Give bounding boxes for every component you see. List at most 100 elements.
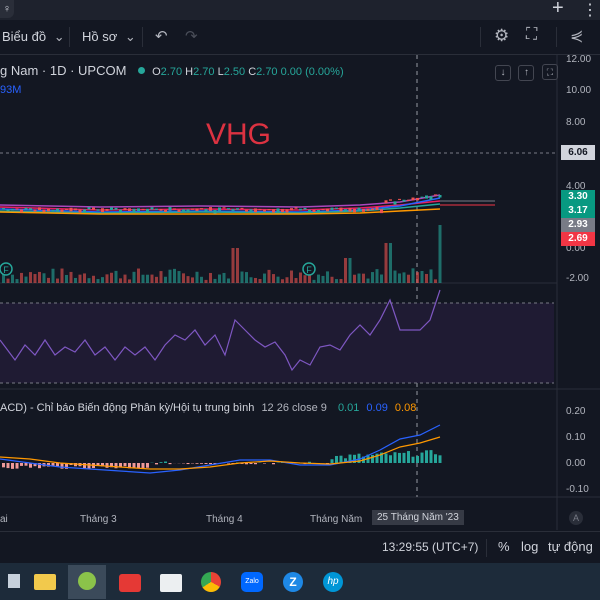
event-marker-label: F (3, 265, 9, 275)
zalo-icon[interactable]: Zalo (237, 568, 267, 596)
macd-bar (146, 463, 149, 468)
macd-bar (339, 455, 343, 463)
symbol-watermark: VHG (206, 118, 272, 151)
price-candle (339, 207, 343, 212)
lightbulb-icon[interactable]: ♀ (0, 0, 14, 18)
log-scale-button[interactable]: log (521, 539, 538, 554)
chart-menu-button[interactable]: Biểu đồ ⌄ (2, 29, 65, 45)
fullscreen-icon[interactable]: ⛶ (526, 26, 537, 44)
taskbar-left-icon[interactable] (8, 574, 20, 588)
price-candle (150, 207, 154, 210)
garena-icon[interactable] (115, 568, 145, 596)
app-grid-icon[interactable] (156, 568, 186, 596)
volume-bar (74, 277, 77, 283)
price-candle (33, 209, 37, 212)
price-candle (429, 196, 433, 200)
crosshair-date-label: 25 Tháng Năm '23 (377, 512, 459, 523)
undo-icon[interactable]: ↶ (155, 27, 168, 45)
volume-bar (105, 274, 109, 283)
price-candle (69, 207, 73, 212)
volume-bar (141, 274, 145, 283)
auto-scale-toggle[interactable]: tự động (548, 539, 593, 554)
coccoc-browser-icon[interactable] (68, 565, 106, 599)
volume-bar (155, 276, 158, 283)
volume-bar (29, 272, 32, 283)
price-candle (227, 208, 230, 210)
high-label: H (185, 66, 194, 78)
price-candle (434, 194, 437, 196)
macd-bar (384, 453, 388, 463)
redo-icon[interactable]: ↷ (185, 27, 198, 45)
macd-legend[interactable]: ACD) - Chỉ báo Biến động Phân kỳ/Hội tụ … (0, 402, 416, 414)
settings-gear-icon[interactable]: ⚙ (494, 26, 509, 46)
volume-bars (2, 225, 442, 283)
price-candle (362, 208, 365, 212)
event-marker-label: F (306, 265, 312, 275)
price-axis-label: 10.00 (566, 85, 592, 96)
event-marker[interactable]: F (0, 262, 13, 276)
price-candle (29, 208, 32, 211)
new-tab-plus-icon[interactable]: + (552, 0, 564, 20)
price-candle (83, 209, 86, 213)
macd-bar (425, 450, 428, 463)
price-candle (425, 195, 428, 199)
volume-bar (164, 276, 167, 283)
macd-axis-label: -0.10 (566, 484, 589, 495)
volume-bar (366, 278, 370, 283)
price-candle (137, 208, 140, 211)
arrow-up-icon[interactable]: ↑ (518, 65, 535, 81)
ma-price-label: 3.30 (568, 191, 588, 202)
open-value: 2.70 (160, 66, 183, 78)
volume-bar (281, 279, 284, 283)
price-candle (141, 208, 145, 211)
price-candle (312, 209, 316, 212)
price-candle (123, 208, 127, 211)
arrow-down-icon[interactable]: ↓ (495, 65, 511, 81)
volume-bar (411, 268, 415, 283)
time-axis-label: Tháng 4 (206, 514, 243, 525)
volume-bar (159, 271, 163, 283)
file-explorer-icon[interactable] (30, 568, 60, 596)
macd-bar (123, 463, 127, 467)
chrome-icon[interactable] (196, 568, 226, 596)
price-candle (6, 209, 10, 212)
price-candle (186, 209, 190, 213)
price-candle (47, 208, 50, 212)
volume-bar (24, 276, 28, 283)
macd-bar (155, 463, 158, 465)
macd-bar (168, 463, 172, 465)
macd-bar (11, 463, 14, 469)
price-candle (164, 209, 167, 212)
auto-scale-button[interactable]: A (569, 511, 583, 525)
price-candle (209, 207, 212, 211)
macd-axis-label: 0.20 (566, 406, 586, 417)
volume-value: 93M (0, 84, 22, 96)
price-candle (195, 208, 199, 211)
percent-scale-button[interactable]: % (498, 539, 510, 554)
volume-bar (200, 276, 203, 283)
price-candle (317, 209, 320, 213)
maximize-icon[interactable]: ⛶ (541, 64, 558, 80)
hp-icon[interactable]: hp (318, 568, 348, 596)
profile-menu-button[interactable]: Hồ sơ ⌄ (82, 29, 136, 45)
event-marker[interactable]: F (302, 262, 316, 276)
volume-bar (353, 274, 356, 283)
volume-bar (6, 278, 10, 283)
volume-bar (290, 270, 293, 283)
macd-histogram (2, 450, 442, 469)
share-icon[interactable]: ⋞ (570, 26, 583, 46)
volume-bar (425, 273, 428, 283)
volume-bar (312, 279, 316, 283)
symbol-legend[interactable]: g Nam · 1D · UPCOM O2.70 H2.70 L2.50 C2.… (0, 63, 344, 78)
chart-canvas[interactable]: F F (0, 55, 600, 530)
macd-bar (60, 463, 64, 469)
price-candle (231, 208, 235, 211)
macd-value-histogram: 0.01 (337, 402, 360, 414)
menu-dots-icon[interactable]: ⋮ (582, 0, 598, 20)
zalo-pc-icon[interactable]: Z (278, 568, 308, 596)
price-candle (110, 207, 113, 211)
price-candle (191, 208, 194, 210)
current-price-tag: 6.06 (561, 145, 595, 160)
volume-bar (348, 258, 352, 283)
volume-bar (321, 275, 325, 283)
